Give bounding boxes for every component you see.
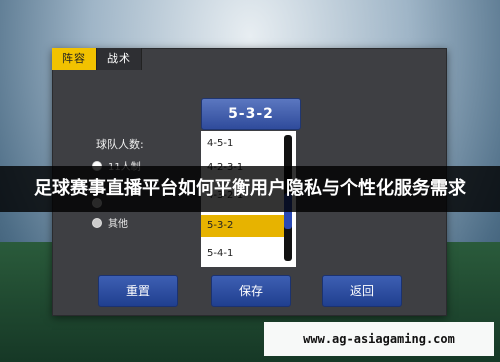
- headline-banner: 足球赛事直播平台如何平衡用户隐私与个性化服务需求: [0, 166, 500, 212]
- save-button[interactable]: 保存: [211, 275, 291, 307]
- tab-tactics[interactable]: 战术: [97, 48, 142, 70]
- formation-option[interactable]: 4-5-1: [201, 133, 287, 155]
- tab-lineup[interactable]: 阵容: [52, 48, 97, 70]
- tab-bar: 阵容 战术: [52, 48, 142, 70]
- watermark-url: www.ag-asiagaming.com: [264, 322, 494, 356]
- formation-option[interactable]: 5-4-1: [201, 243, 287, 265]
- radio-other[interactable]: 其他: [92, 215, 128, 230]
- formation-select-button[interactable]: 5-3-2: [201, 98, 301, 130]
- formation-option-selected[interactable]: 5-3-2: [201, 215, 287, 237]
- radio-label: 其他: [108, 219, 128, 230]
- reset-button[interactable]: 重置: [98, 275, 178, 307]
- radio-icon: [92, 217, 102, 228]
- back-button[interactable]: 返回: [322, 275, 402, 307]
- team-size-label: 球队人数:: [96, 138, 144, 151]
